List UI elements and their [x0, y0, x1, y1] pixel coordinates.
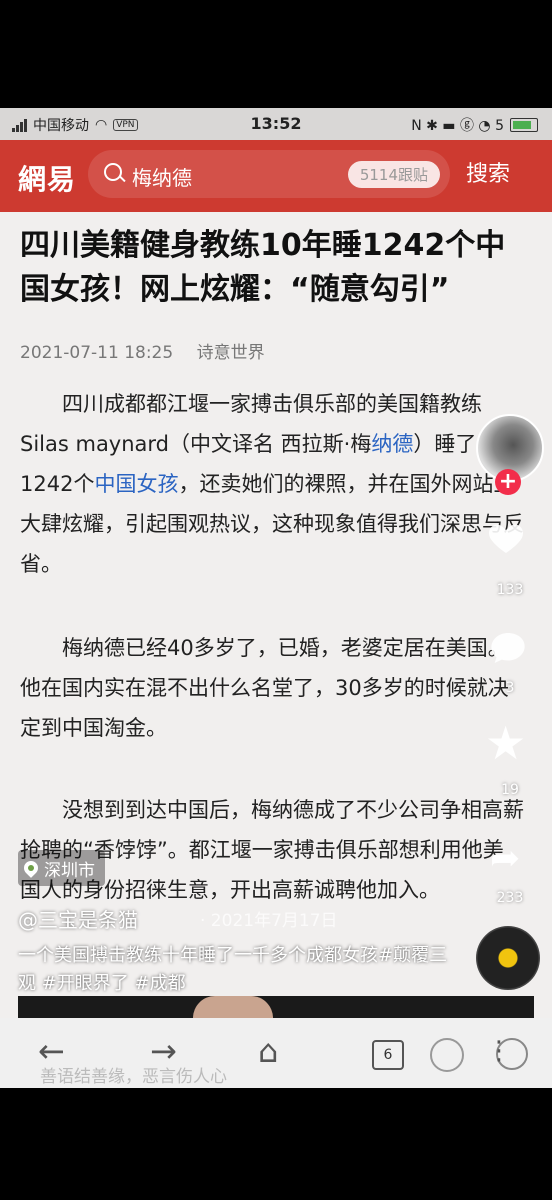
comment-icon[interactable] — [488, 628, 528, 668]
home-icon[interactable]: ⌂ — [258, 1032, 278, 1070]
search-button[interactable]: 搜索 — [466, 156, 510, 188]
author-handle[interactable]: @三宝是条猫 — [18, 904, 138, 933]
article-meta: 2021-07-11 18:25 诗意世界 — [20, 338, 283, 363]
publish-date: 2021-07-11 18:25 — [20, 343, 174, 363]
status-icons-text: N ✱ ▬ ⓖ ◔ 5 — [411, 118, 504, 134]
more-menu-icon[interactable]: ⋮ — [486, 1036, 512, 1066]
comment-count-badge[interactable]: 5114跟贴 — [347, 161, 440, 188]
app-header: 網易 梅纳德 5114跟贴 搜索 — [0, 140, 552, 212]
video-caption: 一个美国搏击教练十年睡了一千多个成都女孩#颠覆三观 #开眼界了 #成都 — [18, 945, 448, 994]
source-name[interactable]: 诗意世界 — [197, 343, 265, 363]
like-count: 133 — [496, 582, 524, 598]
video-strip — [18, 996, 534, 1018]
search-bar[interactable]: 梅纳德 5114跟贴 — [88, 150, 450, 198]
location-label: 深圳市 — [44, 860, 95, 881]
location-pin-icon — [21, 858, 41, 878]
heart-icon[interactable] — [486, 518, 526, 558]
thumbnail-shape — [193, 996, 273, 1018]
forward-arrow-icon[interactable]: → — [150, 1032, 177, 1070]
follow-button[interactable]: + — [495, 469, 521, 495]
keyword-link[interactable]: 中国女孩 — [94, 472, 178, 496]
comment-input-hint[interactable]: 善语结善缘，恶言伤人心 — [40, 1062, 227, 1087]
favorite-star-icon[interactable]: ★ — [485, 720, 526, 766]
comment-count: 3 — [505, 680, 515, 696]
location-tag[interactable]: 深圳市 — [18, 850, 105, 886]
article-title: 四川美籍健身教练10年睡1242个中国女孩！网上炫耀：“随意勾引” — [20, 228, 506, 307]
battery-icon — [510, 118, 538, 132]
bottom-bar: 善语结善缘，恶言伤人心 ← → ⌂ 6 ⋮ — [0, 1018, 552, 1088]
status-bar: 中国移动 ◠ VPN 13:52 N ✱ ▬ ⓖ ◔ 5 — [0, 108, 552, 140]
search-keyword: 梅纳德 — [132, 166, 192, 190]
post-date: · 2021年7月17日 — [200, 911, 338, 931]
article-paragraph-1: 四川成都都江堰一家搏击俱乐部的美国籍教练Silas maynard（中文译名 西… — [20, 384, 524, 584]
netease-logo[interactable]: 網易 — [18, 158, 76, 198]
tabs-count-button[interactable]: 6 — [372, 1040, 404, 1070]
emoji-face-icon[interactable] — [430, 1038, 464, 1072]
article-paragraph-2: 梅纳德已经40多岁了，已婚，老婆定居在美国。他在国内实在混不出什么名堂了，30多… — [20, 636, 509, 740]
status-icons: N ✱ ▬ ⓖ ◔ 5 — [411, 115, 538, 135]
keyword-link[interactable]: 纳德 — [371, 432, 413, 456]
music-disc-icon[interactable] — [476, 926, 540, 990]
favorite-count: 19 — [501, 782, 519, 798]
share-count: 233 — [496, 890, 524, 906]
search-icon — [104, 163, 122, 181]
share-icon[interactable]: ➦ — [490, 838, 520, 879]
screen: 中国移动 ◠ VPN 13:52 N ✱ ▬ ⓖ ◔ 5 網易 梅纳德 5114… — [0, 108, 552, 1088]
back-arrow-icon[interactable]: ← — [38, 1032, 65, 1070]
